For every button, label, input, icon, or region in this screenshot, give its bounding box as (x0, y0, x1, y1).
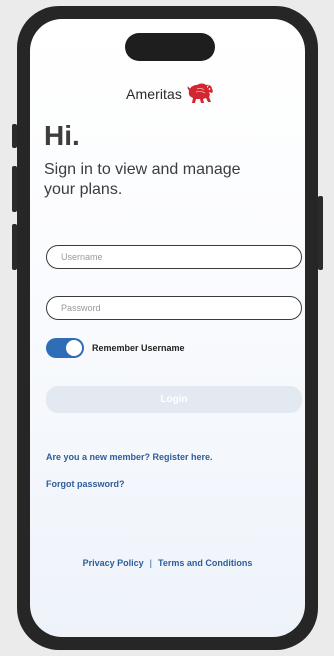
brand-name: Ameritas (126, 86, 183, 102)
footer-links: Privacy Policy | Terms and Conditions (30, 558, 305, 568)
power-button (318, 196, 323, 270)
greeting-heading: Hi. (44, 120, 80, 151)
password-input[interactable] (46, 296, 302, 320)
register-link[interactable]: Are you a new member? Register here. (46, 452, 213, 462)
toggle-knob (66, 340, 82, 356)
dynamic-island (125, 33, 215, 61)
device-mockup: Ameritas Hi. Sign in to view and manage … (0, 0, 334, 656)
brand-header: Ameritas (126, 81, 215, 107)
privacy-policy-link[interactable]: Privacy Policy (83, 558, 144, 568)
footer-separator: | (149, 558, 153, 568)
subtitle-text: Sign in to view and manage your plans. (44, 161, 241, 198)
username-input[interactable] (46, 245, 302, 269)
login-button[interactable]: Login (46, 386, 302, 413)
login-screen: Ameritas Hi. Sign in to view and manage … (30, 19, 305, 637)
bison-logo-icon (187, 83, 213, 103)
phone-frame: Ameritas Hi. Sign in to view and manage … (17, 6, 318, 650)
remember-username-label: Remember Username (92, 343, 185, 353)
remember-username-toggle[interactable] (46, 338, 84, 358)
forgot-password-link[interactable]: Forgot password? (46, 479, 125, 489)
remember-username-row[interactable]: Remember Username (46, 338, 185, 358)
terms-link[interactable]: Terms and Conditions (158, 558, 252, 568)
